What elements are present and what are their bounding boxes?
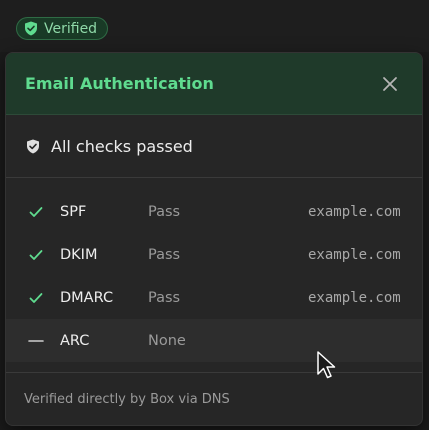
check-name: DMARC xyxy=(60,289,114,306)
mouse-pointer-icon xyxy=(316,350,338,380)
check-name: ARC xyxy=(60,332,90,349)
check-icon xyxy=(28,206,44,218)
popover-header: Email Authentication xyxy=(6,53,422,115)
shield-check-icon xyxy=(23,21,38,36)
check-domain: example.com xyxy=(308,203,401,220)
check-row-spf[interactable]: SPF Pass example.com xyxy=(6,190,422,233)
check-icon xyxy=(28,249,44,261)
check-row-dmarc[interactable]: DMARC Pass example.com xyxy=(6,276,422,319)
shield-check-icon xyxy=(25,138,41,154)
checks-list: SPF Pass example.com DKIM Pass example.c… xyxy=(6,178,422,362)
check-result: None xyxy=(148,332,186,349)
summary-text: All checks passed xyxy=(51,136,193,156)
close-button[interactable] xyxy=(380,74,400,94)
check-result: Pass xyxy=(148,246,181,263)
top-bar: Verified xyxy=(0,0,429,52)
check-domain: example.com xyxy=(308,289,401,306)
popover-title: Email Authentication xyxy=(25,74,214,93)
close-icon xyxy=(383,76,397,91)
email-authentication-popover: Email Authentication All checks passed S… xyxy=(5,52,423,426)
check-row-dkim[interactable]: DKIM Pass example.com xyxy=(6,233,422,276)
verified-badge-label: Verified xyxy=(44,20,98,37)
popover-footer: Verified directly by Box via DNS xyxy=(6,372,422,425)
check-result: Pass xyxy=(148,289,181,306)
check-icon xyxy=(28,292,44,304)
check-domain: example.com xyxy=(308,246,401,263)
summary-row: All checks passed xyxy=(6,115,422,178)
dash-icon xyxy=(28,339,44,343)
check-result: Pass xyxy=(148,203,181,220)
check-name: SPF xyxy=(60,203,87,220)
check-name: DKIM xyxy=(60,246,98,263)
check-row-arc[interactable]: ARC None xyxy=(6,319,422,362)
verified-badge[interactable]: Verified xyxy=(16,17,109,40)
